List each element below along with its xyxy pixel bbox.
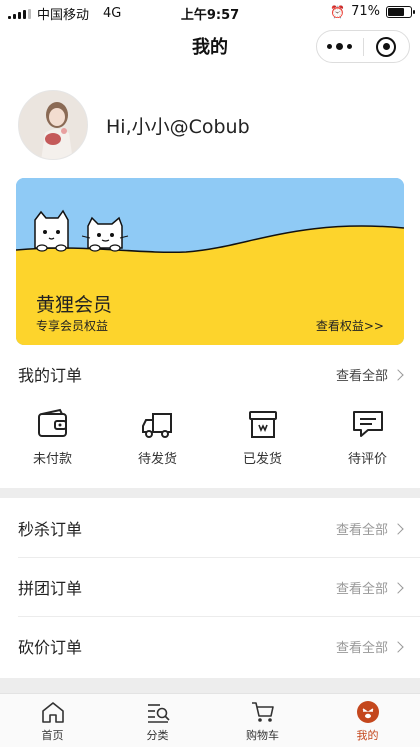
tab-label: 我的 — [356, 729, 379, 742]
bargain-orders-title: 砍价订单 — [18, 638, 83, 657]
order-status-label: 待评价 — [347, 452, 387, 467]
navigation-bar: 我的 — [0, 24, 420, 68]
wallet-icon — [37, 408, 67, 437]
chevron-right-icon — [392, 640, 404, 653]
package-box-icon — [248, 411, 277, 438]
my-orders-view-all[interactable]: 查看全部 — [335, 365, 404, 384]
order-status-label: 待发货 — [137, 452, 177, 467]
section-gap — [0, 678, 420, 693]
tab-home[interactable]: 首页 — [0, 694, 105, 747]
my-orders-header[interactable]: 我的订单 查看全部 — [0, 345, 420, 403]
battery-level — [388, 7, 404, 16]
truck-icon — [141, 413, 172, 438]
close-target-icon — [376, 36, 397, 57]
mini-program-capsule — [316, 30, 410, 63]
order-to-ship[interactable]: 待发货 — [105, 408, 210, 488]
profile-header[interactable]: Hi,小小@Cobub — [18, 90, 250, 160]
comment-icon — [352, 411, 383, 437]
more-dots-icon[interactable] — [317, 31, 363, 62]
avatar-photo — [19, 91, 87, 159]
user-greeting: Hi,小小@Cobub — [106, 115, 250, 138]
view-benefits-link[interactable]: 查看权益>> — [316, 317, 384, 334]
alarm-icon: ⏰ — [330, 4, 346, 19]
member-card-title: 黄狸会员 — [36, 294, 113, 316]
member-card-subtitle: 专享会员权益 — [36, 319, 109, 333]
flash-sale-orders-title: 秒杀订单 — [18, 520, 83, 539]
battery-icon — [386, 5, 415, 18]
chevron-right-icon — [392, 368, 404, 381]
order-status-row: 未付款 待发货 已发货 待评价 — [0, 408, 420, 488]
profile-face-icon — [356, 701, 379, 723]
group-buy-orders-title: 拼团订单 — [18, 579, 83, 598]
flash-sale-orders-view-all[interactable]: 查看全部 — [335, 519, 404, 538]
group-buy-orders-row[interactable]: 拼团订单 查看全部 — [0, 558, 420, 616]
tab-label: 分类 — [146, 729, 169, 742]
member-card[interactable]: 黄狸会员 专享会员权益 查看权益>> — [16, 178, 404, 345]
bargain-orders-row[interactable]: 砍价订单 查看全部 — [0, 617, 420, 675]
chevron-right-icon — [392, 522, 404, 535]
avatar[interactable] — [18, 90, 88, 160]
tab-cart[interactable]: 购物车 — [210, 694, 315, 747]
view-all-label: 查看全部 — [335, 523, 388, 538]
tab-bar: 首页 分类 购物车 我的 — [0, 693, 420, 747]
status-bar: 中国移动 4G 上午9:57 ⏰ 71% — [0, 0, 420, 24]
my-orders-title: 我的订单 — [18, 366, 83, 385]
bargain-orders-view-all[interactable]: 查看全部 — [335, 637, 404, 656]
battery-percent: 71% — [351, 4, 380, 19]
tab-mine[interactable]: 我的 — [315, 694, 420, 747]
group-buy-orders-view-all[interactable]: 查看全部 — [335, 578, 404, 597]
home-icon — [41, 702, 64, 723]
view-all-label: 查看全部 — [335, 582, 388, 597]
tab-label: 首页 — [41, 729, 64, 742]
tab-label: 购物车 — [246, 729, 279, 742]
mini-program-close-button[interactable] — [364, 31, 410, 62]
order-shipped[interactable]: 已发货 — [210, 408, 315, 488]
order-status-label: 已发货 — [242, 452, 282, 467]
tab-category[interactable]: 分类 — [105, 694, 210, 747]
section-gap — [0, 488, 420, 498]
category-search-icon — [147, 704, 170, 723]
order-unpaid[interactable]: 未付款 — [0, 408, 105, 488]
cart-icon — [251, 702, 274, 722]
order-status-label: 未付款 — [32, 452, 72, 467]
flash-sale-orders-row[interactable]: 秒杀订单 查看全部 — [0, 499, 420, 557]
view-all-label: 查看全部 — [335, 369, 388, 384]
view-all-label: 查看全部 — [335, 641, 388, 656]
chevron-right-icon — [392, 581, 404, 594]
order-to-review[interactable]: 待评价 — [315, 408, 420, 488]
